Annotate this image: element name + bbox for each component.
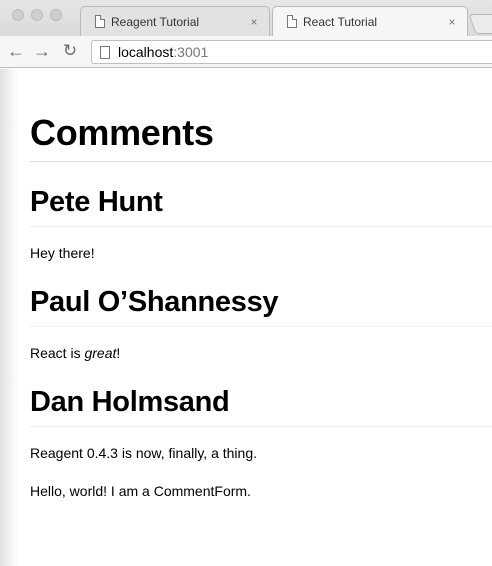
tab-reagent-tutorial[interactable]: Reagent Tutorial ×	[80, 6, 270, 36]
browser-window: Reagent Tutorial × React Tutorial × ← → …	[0, 0, 492, 566]
page-icon	[287, 15, 297, 28]
page-icon	[95, 15, 105, 28]
page-title: Comments	[30, 111, 492, 162]
tab-react-tutorial[interactable]: React Tutorial ×	[272, 6, 468, 36]
back-arrow-icon[interactable]: ←	[6, 41, 26, 61]
page-icon	[100, 45, 110, 59]
reload-icon[interactable]: ↻	[60, 41, 80, 61]
zoom-window-icon[interactable]	[50, 9, 62, 21]
comment: Paul O’Shannessy React is great!	[30, 284, 492, 363]
comment-text: Reagent 0.4.3 is now, finally, a thing.	[30, 445, 257, 461]
comment-text: Hey there!	[30, 245, 95, 261]
forward-arrow-icon[interactable]: →	[32, 41, 52, 61]
browser-toolbar: ← → ↻ localhost:3001	[0, 36, 492, 68]
tab-close-icon[interactable]: ×	[247, 15, 261, 29]
url-port: :3001	[173, 44, 209, 60]
comment: Dan Holmsand Reagent 0.4.3 is now, final…	[30, 384, 492, 463]
comment-text-before: React is	[30, 345, 85, 361]
tab-title: React Tutorial	[303, 14, 378, 29]
url-host: localhost	[118, 44, 174, 60]
close-window-icon[interactable]	[12, 9, 24, 21]
tab-strip: Reagent Tutorial × React Tutorial ×	[0, 0, 492, 36]
comment: Pete Hunt Hey there!	[30, 184, 492, 263]
comment-text-after: !	[116, 345, 121, 361]
comment-author: Dan Holmsand	[30, 384, 492, 427]
comment-author: Pete Hunt	[30, 184, 492, 227]
page-content: Comments Pete Hunt Hey there! Paul O’Sha…	[0, 69, 492, 566]
address-bar[interactable]: localhost:3001	[91, 40, 492, 64]
comment-form: Hello, world! I am a CommentForm.	[30, 483, 251, 499]
tab-title: Reagent Tutorial	[111, 14, 200, 29]
tab-close-icon[interactable]: ×	[445, 15, 459, 29]
comment-text-emphasis: great	[84, 345, 117, 361]
comment-text: React is great!	[30, 343, 492, 363]
comment-author: Paul O’Shannessy	[30, 284, 492, 327]
minimize-window-icon[interactable]	[31, 9, 43, 21]
new-tab-button[interactable]	[468, 14, 492, 34]
